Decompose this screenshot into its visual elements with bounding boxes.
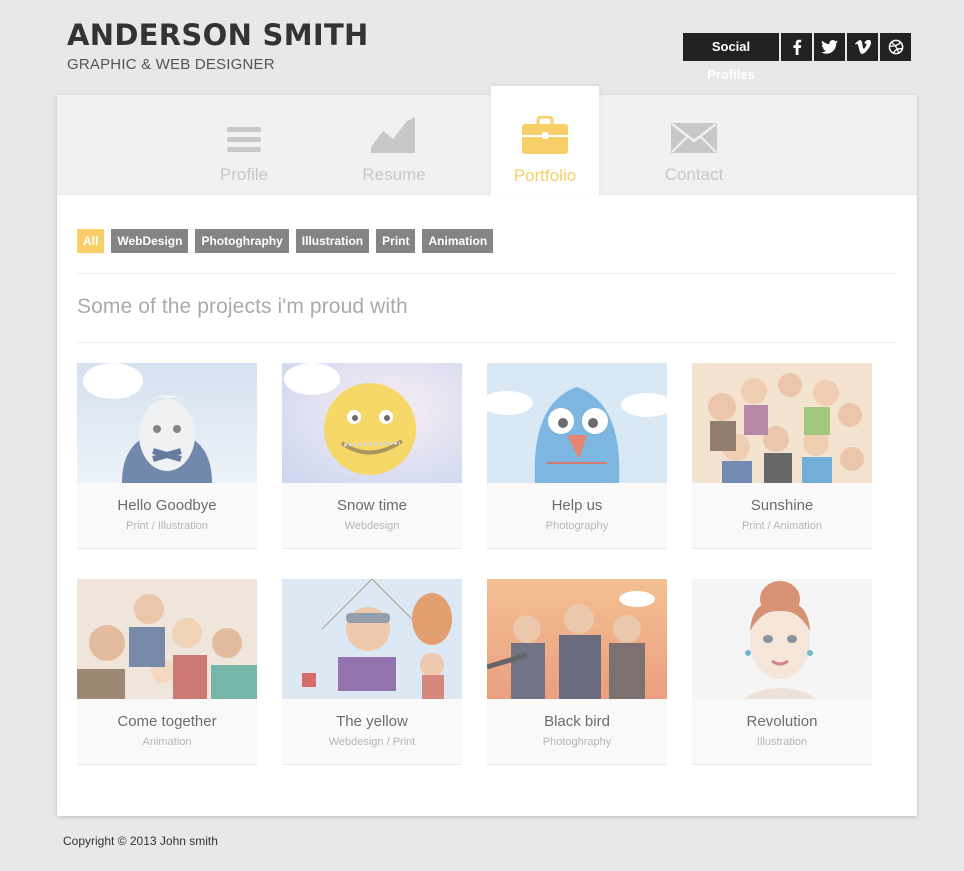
- project-title: Help us: [551, 497, 603, 514]
- project-title: The yellow: [336, 713, 408, 730]
- site-subtitle: GRAPHIC & WEB DESIGNER: [67, 56, 275, 73]
- dribbble-icon[interactable]: [880, 33, 911, 61]
- portfolio-item[interactable]: Black bird Photoghraphy: [487, 579, 667, 765]
- project-thumbnail: [282, 363, 462, 483]
- project-category: Photography: [545, 520, 609, 532]
- project-thumbnail: [692, 579, 872, 699]
- menu-lines-icon: [227, 113, 261, 153]
- filter-webdesign[interactable]: WebDesign: [111, 229, 189, 253]
- project-title: Hello Goodbye: [117, 497, 217, 514]
- portfolio-item[interactable]: Revolution Illustration: [692, 579, 872, 765]
- footer-copyright: Copyright © 2013 John smith: [63, 834, 218, 848]
- main-card: Profile Resume Portfolio Contact All Web…: [57, 85, 917, 816]
- twitter-icon[interactable]: [814, 33, 845, 61]
- project-category: Webdesign: [344, 520, 400, 532]
- portfolio-item[interactable]: Snow time Webdesign: [282, 363, 462, 549]
- project-thumbnail: [282, 579, 462, 699]
- briefcase-icon: [522, 114, 568, 154]
- project-title: Black bird: [544, 713, 610, 730]
- project-category: Print / Animation: [741, 520, 823, 532]
- divider: [77, 273, 896, 274]
- portfolio-filters: All WebDesign Photoghraphy Illustration …: [77, 229, 494, 253]
- filter-animation[interactable]: Animation: [422, 229, 494, 253]
- section-title: Some of the projects i'm proud with: [77, 295, 408, 318]
- portfolio-item[interactable]: Sunshine Print / Animation: [692, 363, 872, 549]
- project-title: Come together: [117, 713, 217, 730]
- project-category: Print / Illustration: [126, 520, 208, 532]
- portfolio-item[interactable]: Hello Goodbye Print / Illustration: [77, 363, 257, 549]
- chart-area-icon: [371, 113, 417, 153]
- project-title: Sunshine: [750, 497, 814, 514]
- tab-label: Profile: [219, 165, 269, 184]
- tab-profile[interactable]: Profile: [189, 95, 299, 195]
- project-category: Illustration: [756, 736, 808, 748]
- divider: [77, 342, 896, 343]
- portfolio-item[interactable]: The yellow Webdesign / Print: [282, 579, 462, 765]
- project-category: Webdesign / Print: [328, 736, 416, 748]
- filter-print[interactable]: Print: [376, 229, 416, 253]
- project-thumbnail: [77, 363, 257, 483]
- tab-contact[interactable]: Contact: [639, 95, 749, 195]
- site-title: ANDERSON SMITH: [67, 18, 369, 52]
- project-thumbnail: [487, 363, 667, 483]
- tab-label: Contact: [664, 165, 724, 184]
- project-title: Revolution: [746, 713, 818, 730]
- project-thumbnail: [77, 579, 257, 699]
- social-profiles-label: Social Profiles: [683, 33, 779, 82]
- portfolio-item[interactable]: Come together Animation: [77, 579, 257, 765]
- site-header: ANDERSON SMITH GRAPHIC & WEB DESIGNER: [67, 16, 369, 73]
- filter-all[interactable]: All: [77, 229, 105, 253]
- envelope-icon: [671, 113, 717, 153]
- filter-photography[interactable]: Photoghraphy: [195, 229, 289, 253]
- project-category: Animation: [142, 736, 192, 748]
- facebook-icon[interactable]: [781, 33, 812, 61]
- tab-portfolio[interactable]: Portfolio: [490, 85, 600, 196]
- portfolio-item[interactable]: Help us Photography: [487, 363, 667, 549]
- tab-label: Resume: [362, 165, 426, 184]
- tab-label: Portfolio: [513, 166, 577, 185]
- tab-bar: Profile Resume Portfolio Contact: [57, 85, 917, 196]
- filter-illustration[interactable]: Illustration: [295, 229, 370, 253]
- social-profiles: Social Profiles: [683, 33, 911, 82]
- vimeo-icon[interactable]: [847, 33, 878, 61]
- project-thumbnail: [487, 579, 667, 699]
- project-category: Photoghraphy: [542, 736, 612, 748]
- project-thumbnail: [692, 363, 872, 483]
- project-title: Snow time: [336, 497, 408, 514]
- tab-resume[interactable]: Resume: [339, 95, 449, 195]
